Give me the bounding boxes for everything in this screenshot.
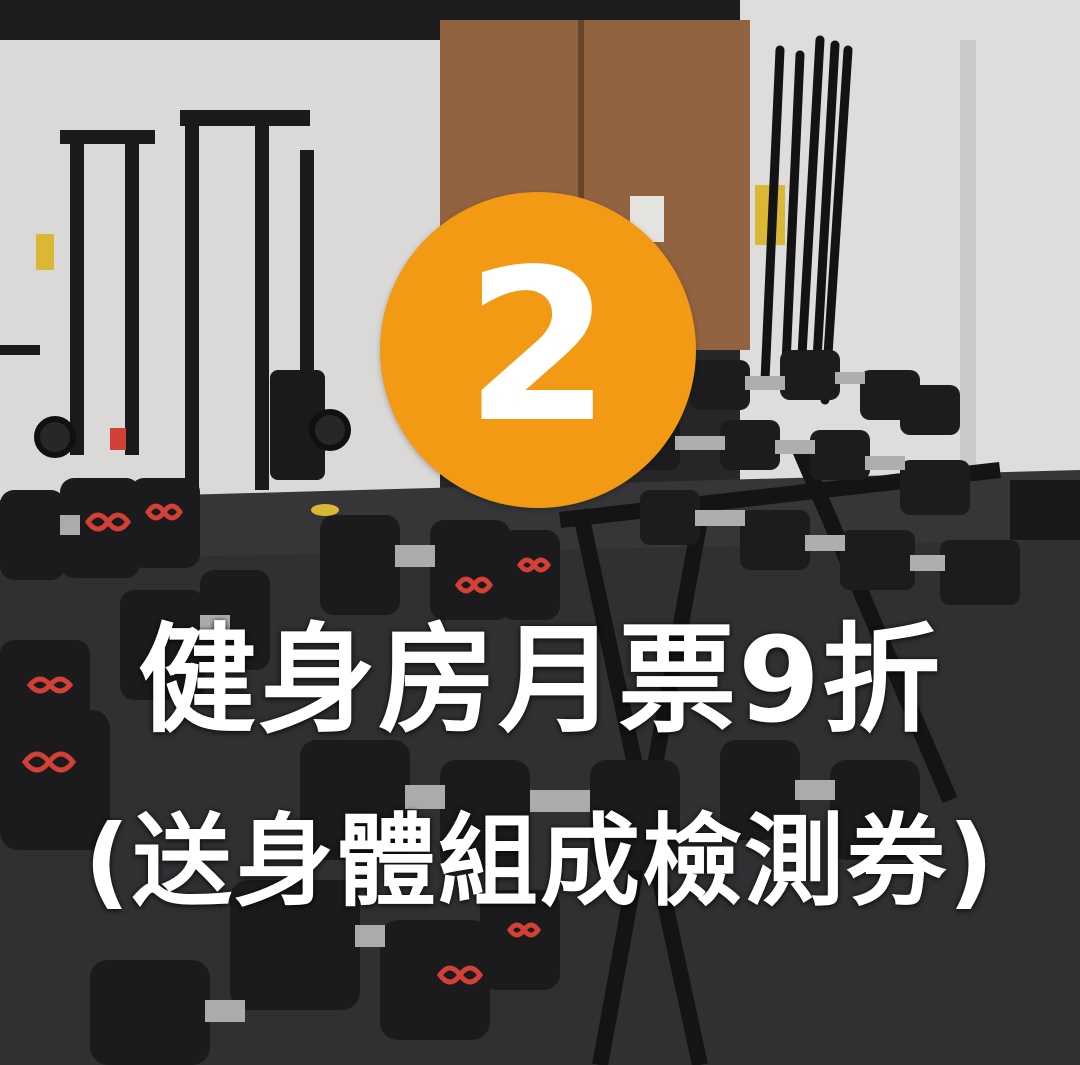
number-badge: 2 xyxy=(380,192,696,508)
headline-text: 健身房月票9折 xyxy=(137,611,943,749)
promo-image: 2 健身房月票9折 (送身體組成檢測券) xyxy=(0,0,1080,1065)
subline-text: (送身體組成檢測券) xyxy=(84,803,996,920)
badge-number: 2 xyxy=(464,224,612,469)
